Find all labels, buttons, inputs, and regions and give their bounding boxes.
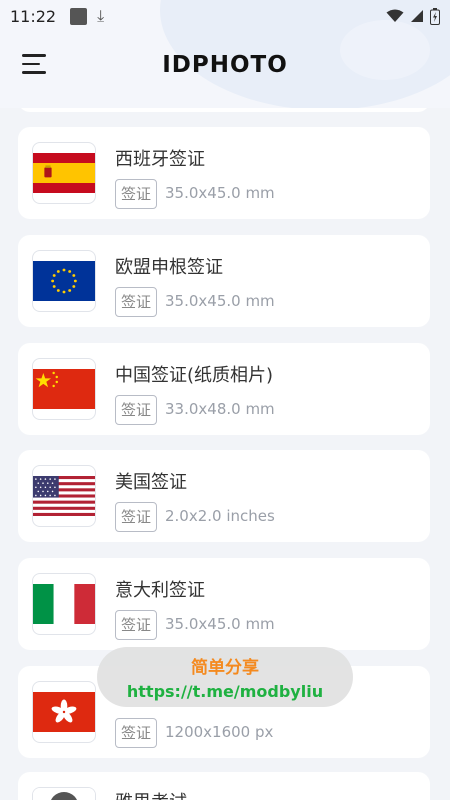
eu-flag-icon	[32, 250, 96, 312]
item-title: 西班牙签证	[115, 149, 205, 170]
spain-flag-icon	[32, 142, 96, 204]
china-flag-icon	[32, 358, 96, 420]
photo-size: 35.0x45.0 mm	[165, 184, 275, 202]
tag-badge: 签证	[115, 179, 157, 209]
tag-badge: 签证	[115, 395, 157, 425]
toast-link: https://t.me/modbyliu	[126, 682, 324, 701]
share-toast: 简单分享 https://t.me/modbyliu	[97, 647, 353, 707]
battery-icon	[430, 7, 440, 25]
photo-size: 33.0x48.0 mm	[165, 400, 275, 418]
status-time: 11:22	[10, 6, 57, 26]
item-title: 欧盟申根签证	[115, 257, 223, 278]
wifi-icon	[386, 9, 404, 22]
tag-badge: 签证	[115, 502, 157, 532]
list-item-spain-visa[interactable]: 西班牙签证 签证 35.0x45.0 mm	[18, 127, 430, 219]
toast-title: 简单分享	[191, 658, 259, 678]
italy-flag-icon	[32, 573, 96, 635]
list-item-italy-visa[interactable]: 意大利签证 签证 35.0x45.0 mm	[18, 558, 430, 650]
photo-size: 35.0x45.0 mm	[165, 292, 275, 310]
download-icon: ⤓	[97, 6, 105, 25]
tag-badge: 签证	[115, 718, 157, 748]
app-logo: IDPHOTO	[162, 52, 288, 78]
signal-icon	[411, 10, 423, 22]
photo-size: 2.0x2.0 inches	[165, 507, 275, 525]
photo-size: 35.0x45.0 mm	[165, 615, 275, 633]
item-title: 中国签证(纸质相片)	[115, 365, 274, 386]
list-item-eu-schengen-visa[interactable]: 欧盟申根签证 签证 35.0x45.0 mm	[18, 235, 430, 327]
list-item-usa-visa[interactable]: 美国签证 签证 2.0x2.0 inches	[18, 450, 430, 542]
avatar-icon	[32, 787, 96, 800]
list-item-ielts[interactable]: 雅思考试	[18, 772, 430, 800]
hongkong-flag-icon	[32, 681, 96, 743]
tag-badge: 签证	[115, 287, 157, 317]
photo-size: 1200x1600 px	[165, 723, 274, 741]
tag-badge: 签证	[115, 610, 157, 640]
status-bar: 11:22 ⤓	[0, 0, 450, 32]
list-item-china-visa[interactable]: 中国签证(纸质相片) 签证 33.0x48.0 mm	[18, 343, 430, 435]
item-title: 美国签证	[115, 472, 187, 493]
notification-square-icon	[70, 7, 88, 25]
item-title: 意大利签证	[115, 580, 205, 601]
usa-flag-icon	[32, 465, 96, 527]
item-title: 雅思考试	[115, 788, 187, 800]
